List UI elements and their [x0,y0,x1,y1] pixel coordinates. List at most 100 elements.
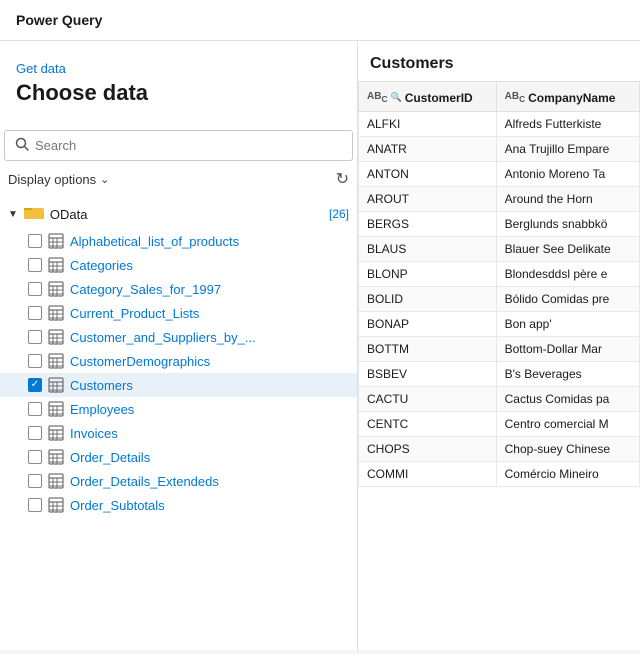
collapse-triangle-icon: ▼ [8,209,18,220]
left-panel: Get data Choose data Display options ⌄ ↻… [0,41,358,650]
checkbox-categories[interactable] [28,258,42,272]
item-label-order-details: Order_Details [70,450,150,465]
table-icon [48,281,64,297]
table-row: BSBEVB's Beverages [359,361,640,386]
abc-icon-2: ABC [505,91,525,104]
search-input[interactable] [35,138,342,153]
cell-customerid: BOLID [359,286,497,311]
odata-header[interactable]: ▼ OData [26] [0,199,357,229]
cell-customerid: CACTU [359,386,497,411]
cell-customerid: ANTON [359,161,497,186]
cell-companyname: B's Beverages [496,361,639,386]
checkbox-current-product[interactable] [28,306,42,320]
cell-companyname: Bottom-Dollar Mar [496,336,639,361]
tree-item-order-details-ext[interactable]: Order_Details_Extendeds [0,469,357,493]
cell-customerid: BSBEV [359,361,497,386]
checkbox-order-details-ext[interactable] [28,474,42,488]
col-header-customerid: ABC 🔍 CustomerID [359,82,497,112]
display-options-row: Display options ⌄ ↻ [0,167,357,195]
cell-customerid: BLAUS [359,236,497,261]
tree-item-alphabetical[interactable]: Alphabetical_list_of_products [0,229,357,253]
table-row: ANATRAna Trujillo Empare [359,136,640,161]
item-label-alphabetical: Alphabetical_list_of_products [70,234,239,249]
item-label-employees: Employees [70,402,134,417]
item-label-categories: Categories [70,258,133,273]
tree-item-category-sales[interactable]: Category_Sales_for_1997 [0,277,357,301]
table-row: ALFKIAlfreds Futterkiste [359,111,640,136]
table-icon [48,497,64,513]
cell-companyname: Around the Horn [496,186,639,211]
tree-item-invoices[interactable]: Invoices [0,421,357,445]
checkbox-employees[interactable] [28,402,42,416]
choose-data-title: Choose data [16,80,341,106]
checkbox-customer-demographics[interactable] [28,354,42,368]
right-panel: Customers ABC 🔍 CustomerID [358,41,640,650]
checkbox-category-sales[interactable] [28,282,42,296]
cell-customerid: ANATR [359,136,497,161]
chevron-down-icon: ⌄ [100,173,109,186]
table-row: COMMIComércio Mineiro [359,461,640,486]
table-icon [48,473,64,489]
cell-companyname: Chop-suey Chinese [496,436,639,461]
refresh-icon[interactable]: ↻ [336,169,349,189]
tree-item-current-product[interactable]: Current_Product_Lists [0,301,357,325]
item-label-customer-demographics: CustomerDemographics [70,354,210,369]
cell-companyname: Blondesddsl père e [496,261,639,286]
table-row: CHOPSChop-suey Chinese [359,436,640,461]
cell-companyname: Alfreds Futterkiste [496,111,639,136]
tree-item-employees[interactable]: Employees [0,397,357,421]
cell-customerid: BONAP [359,311,497,336]
folder-icon [24,204,44,224]
table-icon [48,233,64,249]
search-col-icon: 🔍 [390,92,401,103]
checkbox-invoices[interactable] [28,426,42,440]
col-header-companyname: ABC CompanyName [496,82,639,112]
cell-companyname: Centro comercial M [496,411,639,436]
tree-item-order-details[interactable]: Order_Details [0,445,357,469]
cell-customerid: BLONP [359,261,497,286]
cell-companyname: Bólido Comidas pre [496,286,639,311]
search-box[interactable] [4,130,353,161]
right-panel-title: Customers [358,41,640,81]
tree-item-customers[interactable]: Customers [0,373,357,397]
cell-companyname: Cactus Comidas pa [496,386,639,411]
cell-customerid: BOTTM [359,336,497,361]
checkbox-customers[interactable] [28,378,42,392]
table-row: AROUTAround the Horn [359,186,640,211]
item-label-customer-suppliers: Customer_and_Suppliers_by_... [70,330,256,345]
table-row: BOTTMBottom-Dollar Mar [359,336,640,361]
tree-item-customer-demographics[interactable]: CustomerDemographics [0,349,357,373]
checkbox-alphabetical[interactable] [28,234,42,248]
table-row: BOLIDBólido Comidas pre [359,286,640,311]
table-row: BLAUSBlauer See Delikate [359,236,640,261]
display-options-button[interactable]: Display options ⌄ [8,172,109,187]
data-table-container[interactable]: ABC 🔍 CustomerID ABC CompanyName [358,81,640,650]
customers-table: ABC 🔍 CustomerID ABC CompanyName [358,81,640,487]
table-row: BLONPBlondesddsl père e [359,261,640,286]
item-label-order-details-ext: Order_Details_Extendeds [70,474,219,489]
checkbox-customer-suppliers[interactable] [28,330,42,344]
cell-companyname: Blauer See Delikate [496,236,639,261]
get-data-label: Get data [16,61,341,76]
item-label-order-subtotals: Order_Subtotals [70,498,165,513]
tree-item-customer-suppliers[interactable]: Customer_and_Suppliers_by_... [0,325,357,349]
table-row: CENTCCentro comercial M [359,411,640,436]
table-icon [48,401,64,417]
cell-customerid: AROUT [359,186,497,211]
tree-item-order-subtotals[interactable]: Order_Subtotals [0,493,357,517]
table-row: ANTONAntonio Moreno Ta [359,161,640,186]
checkbox-order-details[interactable] [28,450,42,464]
table-icon [48,377,64,393]
odata-label: OData [50,207,323,222]
cell-customerid: COMMI [359,461,497,486]
cell-customerid: ALFKI [359,111,497,136]
abc-icon: ABC [367,91,387,104]
checkbox-order-subtotals[interactable] [28,498,42,512]
table-icon [48,425,64,441]
title-bar: Power Query [0,0,640,41]
table-row: BONAPBon app' [359,311,640,336]
item-label-invoices: Invoices [70,426,118,441]
tree-item-categories[interactable]: Categories [0,253,357,277]
app-title: Power Query [16,12,102,28]
cell-companyname: Bon app' [496,311,639,336]
